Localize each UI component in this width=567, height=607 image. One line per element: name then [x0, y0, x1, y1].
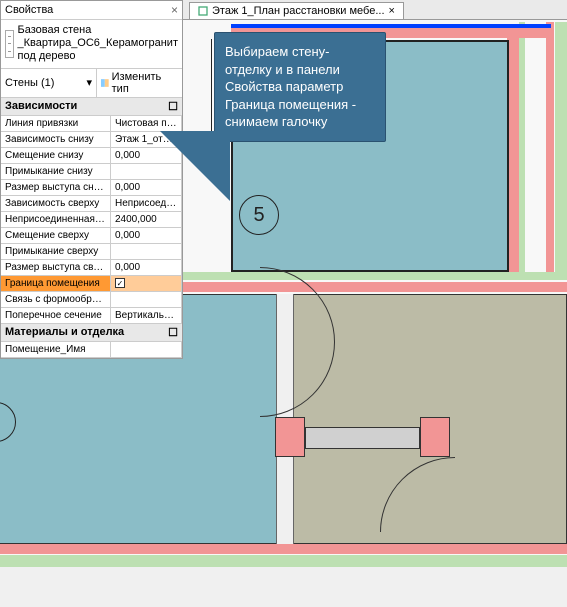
wall-green — [519, 22, 525, 272]
wall-green-r — [555, 22, 567, 272]
prop-room-bounding-value[interactable]: ✓ — [111, 276, 182, 292]
section-dependencies[interactable]: Зависимости☐ — [1, 98, 182, 116]
prop-label: Линия привязки — [1, 116, 111, 132]
props-grid: Линия привязкиЧистовая поверхнос Зависим… — [1, 116, 182, 324]
prop-label: Зависимость сверху — [1, 196, 111, 212]
prop-label: Связь с формообраз... — [1, 292, 111, 308]
prop-label: Размер выступа снизу — [1, 180, 111, 196]
tab-floor-plan[interactable]: Этаж 1_План расстановки мебе... × — [189, 2, 404, 19]
wall-pink-bot — [0, 544, 567, 554]
prop-value[interactable]: 0,000 — [111, 260, 182, 276]
prop-label: Неприсоединенная в... — [1, 212, 111, 228]
prop-value[interactable]: 0,000 — [111, 228, 182, 244]
prop-value[interactable] — [111, 292, 182, 308]
door — [260, 402, 460, 462]
prop-label: Смещение сверху — [1, 228, 111, 244]
prop-room-bounding-label: Граница помещения — [1, 276, 111, 292]
close-icon[interactable]: × — [389, 5, 395, 17]
view-icon — [198, 6, 208, 16]
prop-value[interactable]: Вертикальное — [111, 308, 182, 324]
chevron-down-icon: ▾ — [86, 76, 92, 89]
section-materials[interactable]: Материалы и отделка☐ — [1, 324, 182, 342]
wall-thumb-icon — [5, 30, 14, 58]
prop-label: Размер выступа свер... — [1, 260, 111, 276]
grid-bubble: 5 — [239, 195, 279, 235]
prop-value[interactable]: 2400,000 — [111, 212, 182, 228]
view-tabs: Этаж 1_План расстановки мебе... × — [183, 0, 567, 20]
tab-label: Этаж 1_План расстановки мебе... — [212, 5, 385, 17]
type-selector[interactable]: Базовая стена _Квартира_ОС6_Керамогранит… — [1, 20, 182, 69]
expand-icon: ☐ — [168, 100, 178, 113]
prop-label: Примыкание сверху — [1, 244, 111, 260]
prop-label: Поперечное сечение — [1, 308, 111, 324]
prop-value[interactable] — [111, 342, 182, 358]
edit-type-icon — [100, 78, 110, 88]
close-icon[interactable]: × — [171, 3, 178, 17]
type-name: Базовая стена _Квартира_ОС6_Керамогранит… — [18, 24, 178, 64]
edit-type-button[interactable]: Изменить тип — [97, 69, 182, 97]
wall-pink-r — [546, 22, 554, 272]
door-slab — [305, 427, 420, 449]
element-filter[interactable]: Стены (1)▾ — [1, 69, 97, 97]
panel-title-bar: Свойства × — [1, 1, 182, 20]
prop-value[interactable]: Чистовая поверхнос — [111, 116, 182, 132]
prop-label: Смещение снизу — [1, 148, 111, 164]
prop-label: Помещение_Имя — [1, 342, 111, 358]
door-jamb-l — [275, 417, 305, 457]
prop-label: Примыкание снизу — [1, 164, 111, 180]
properties-panel: Свойства × Базовая стена _Квартира_ОС6_К… — [0, 0, 183, 359]
expand-icon: ☐ — [168, 326, 178, 339]
prop-label: Зависимость снизу — [1, 132, 111, 148]
prop-value[interactable] — [111, 244, 182, 260]
checkbox-icon[interactable]: ✓ — [115, 278, 125, 288]
door-jamb-r — [420, 417, 450, 457]
instruction-callout: Выбираем стену-отделку и в панели Свойст… — [214, 32, 386, 142]
wall-green-bot — [0, 555, 567, 567]
panel-title: Свойства — [5, 4, 53, 16]
